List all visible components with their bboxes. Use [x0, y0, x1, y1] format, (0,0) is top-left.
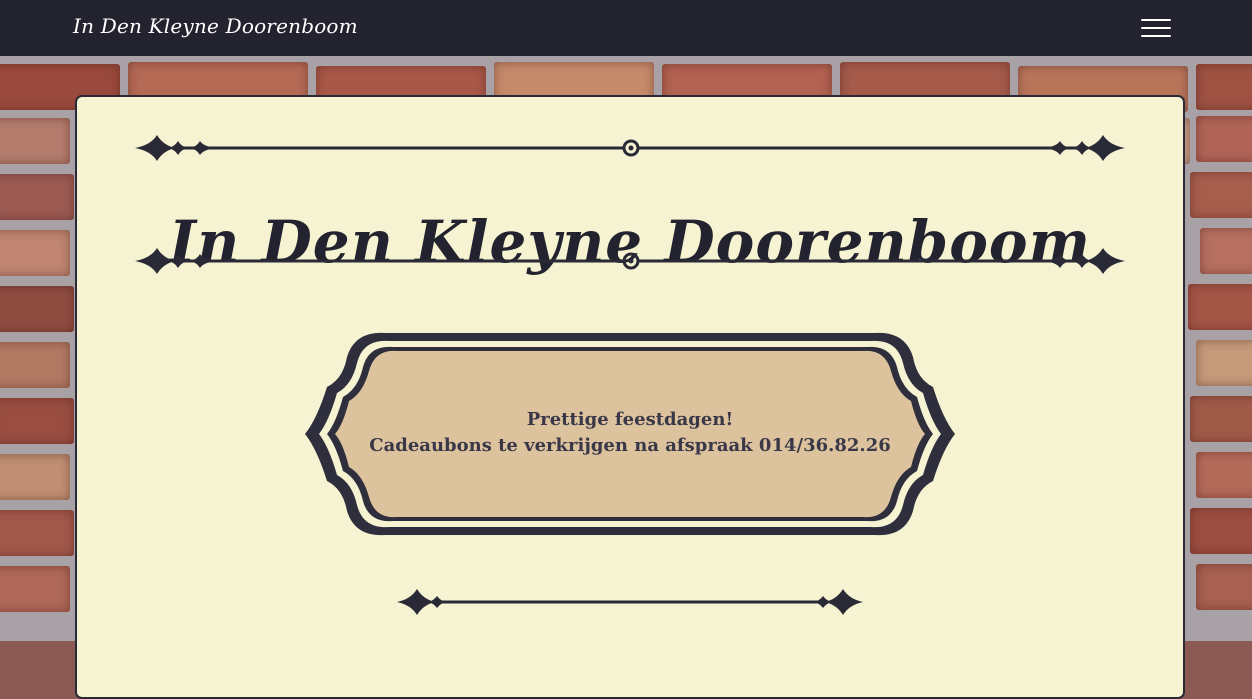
announcement-line-giftcards: Cadeaubons te verkrijgen na afspraak 014… [369, 435, 891, 456]
menu-bar-bottom [1141, 35, 1171, 37]
brand-link[interactable]: In Den Kleyne Doorenboom [73, 14, 358, 38]
menu-bar-middle [1141, 27, 1171, 29]
hamburger-menu-icon[interactable] [1138, 14, 1174, 42]
announcement-plaque: Prettige feestdagen! Cadeaubons te verkr… [305, 329, 955, 539]
announcement-text: Prettige feestdagen! Cadeaubons te verkr… [305, 407, 955, 459]
bottom-ornament-divider [397, 589, 863, 615]
content-card: In Den Kleyne Doorenboom Prettige feestd… [75, 95, 1185, 699]
top-ornament-divider [135, 135, 1125, 161]
navbar: In Den Kleyne Doorenboom [0, 0, 1252, 56]
announcement-line-greeting: Prettige feestdagen! [526, 409, 734, 430]
menu-bar-top [1141, 19, 1171, 21]
title-ornament-divider [135, 248, 1125, 274]
